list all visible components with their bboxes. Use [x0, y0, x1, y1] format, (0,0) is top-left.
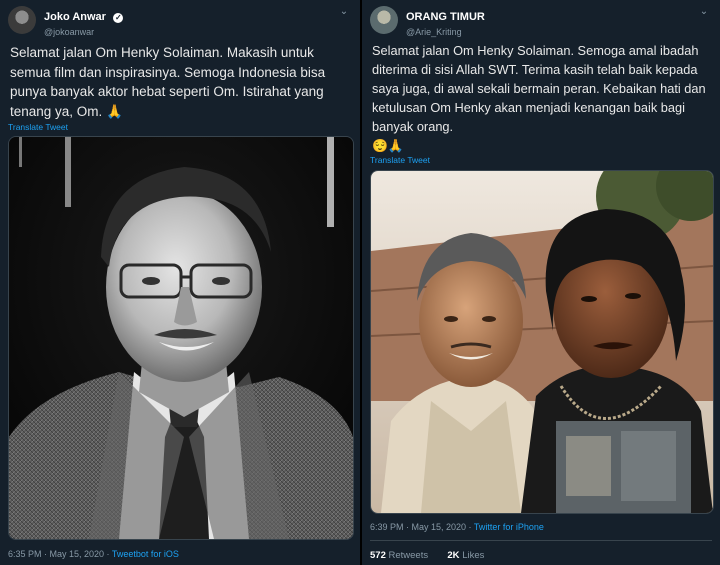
tweet-meta: 6:39 PM · May 15, 2020 · Twitter for iPh…: [370, 522, 544, 532]
tweet-source[interactable]: Twitter for iPhone: [474, 522, 544, 532]
author-block[interactable]: Joko Anwar ✓ @jokoanwar: [44, 7, 124, 37]
author-name[interactable]: ORANG TIMUR: [406, 11, 485, 23]
tweet-photo[interactable]: [8, 136, 354, 540]
tweet-joko-anwar: Joko Anwar ✓ @jokoanwar ⌄ Selamat jalan …: [0, 0, 360, 565]
tweet-stats: 572 Retweets 2K Likes: [370, 550, 484, 561]
translate-tweet-link[interactable]: Translate Tweet: [370, 155, 430, 165]
timestamp[interactable]: 6:35 PM · May 15, 2020 ·: [8, 549, 112, 559]
avatar[interactable]: [8, 6, 36, 34]
verified-icon: ✓: [113, 13, 124, 23]
tweet-header: ORANG TIMUR @Arie_Kriting ⌄: [370, 6, 712, 37]
tweet-text: Selamat jalan Om Henky Solaiman. Makasih…: [10, 45, 326, 119]
retweet-count[interactable]: 572: [370, 550, 386, 561]
divider: [370, 540, 712, 541]
tweet-header: Joko Anwar ✓ @jokoanwar ⌄: [8, 6, 352, 37]
retweets-label[interactable]: Retweets: [389, 550, 429, 561]
portrait-photo: [9, 137, 353, 539]
selfie-photo: [371, 171, 713, 513]
tweet-source[interactable]: Tweetbot for iOS: [112, 549, 179, 559]
tweet-body: Selamat jalan Om Henky Solaiman. Semoga …: [372, 43, 706, 134]
author-handle[interactable]: @jokoanwar: [44, 27, 123, 37]
like-count[interactable]: 2K: [447, 550, 459, 561]
author-name[interactable]: Joko Anwar: [44, 11, 106, 23]
tweet-emoji: 😌🙏: [372, 138, 404, 153]
author-handle[interactable]: @Arie_Kriting: [406, 27, 485, 37]
chevron-down-icon[interactable]: ⌄: [698, 6, 710, 18]
author-block[interactable]: ORANG TIMUR @Arie_Kriting: [406, 7, 485, 37]
avatar[interactable]: [370, 6, 398, 34]
tweet-photo[interactable]: [370, 170, 714, 514]
tweet-text: Selamat jalan Om Henky Solaiman. Semoga …: [372, 41, 710, 155]
tweet-meta: 6:35 PM · May 15, 2020 · Tweetbot for iO…: [8, 549, 179, 559]
timestamp[interactable]: 6:39 PM · May 15, 2020 ·: [370, 522, 474, 532]
likes-label[interactable]: Likes: [462, 550, 484, 561]
translate-tweet-link[interactable]: Translate Tweet: [8, 122, 68, 132]
tweet-orang-timur: ORANG TIMUR @Arie_Kriting ⌄ Selamat jala…: [362, 0, 720, 565]
chevron-down-icon[interactable]: ⌄: [338, 6, 350, 18]
